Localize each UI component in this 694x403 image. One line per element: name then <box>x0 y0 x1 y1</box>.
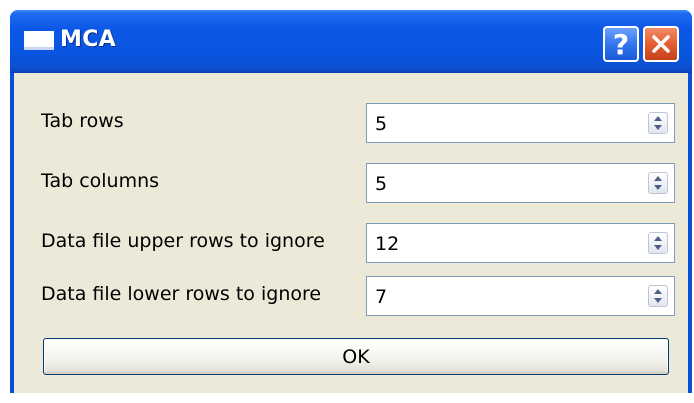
spin-up-down-icon <box>654 176 662 190</box>
tab-columns-label: Tab columns <box>41 170 160 192</box>
close-button[interactable] <box>643 26 679 62</box>
spin-up-down-icon <box>654 236 662 250</box>
window-app-icon <box>24 31 54 50</box>
upper-rows-spinbox[interactable]: 12 <box>366 223 675 263</box>
tab-columns-value: 5 <box>375 173 388 195</box>
ok-button[interactable]: OK <box>43 338 669 375</box>
spin-up-down-icon <box>654 116 662 130</box>
upper-rows-value: 12 <box>375 233 400 255</box>
spin-arrows[interactable] <box>648 232 668 254</box>
lower-rows-spinbox[interactable]: 7 <box>366 276 675 316</box>
close-icon <box>652 35 670 53</box>
spin-up-down-icon <box>654 289 662 303</box>
spin-arrows[interactable] <box>648 285 668 307</box>
spin-arrows[interactable] <box>648 172 668 194</box>
lower-rows-value: 7 <box>375 286 388 308</box>
ok-button-label: OK <box>342 345 370 368</box>
tab-rows-label: Tab rows <box>41 110 124 132</box>
spin-arrows[interactable] <box>648 112 668 134</box>
dialog-body: Tab rows 5 Tab columns 5 Data file upper… <box>14 73 688 393</box>
tab-rows-spinbox[interactable]: 5 <box>366 103 675 143</box>
help-button[interactable]: ? <box>603 26 639 62</box>
tab-columns-spinbox[interactable]: 5 <box>366 163 675 203</box>
help-icon: ? <box>612 27 630 61</box>
window-title: MCA <box>60 27 116 52</box>
title-bar[interactable]: MCA ? <box>10 10 692 73</box>
dialog-window: MCA ? Tab rows 5 Tab columns 5 Data file… <box>10 10 692 393</box>
lower-rows-label: Data file lower rows to ignore <box>41 283 322 305</box>
upper-rows-label: Data file upper rows to ignore <box>41 230 325 252</box>
tab-rows-value: 5 <box>375 113 388 135</box>
